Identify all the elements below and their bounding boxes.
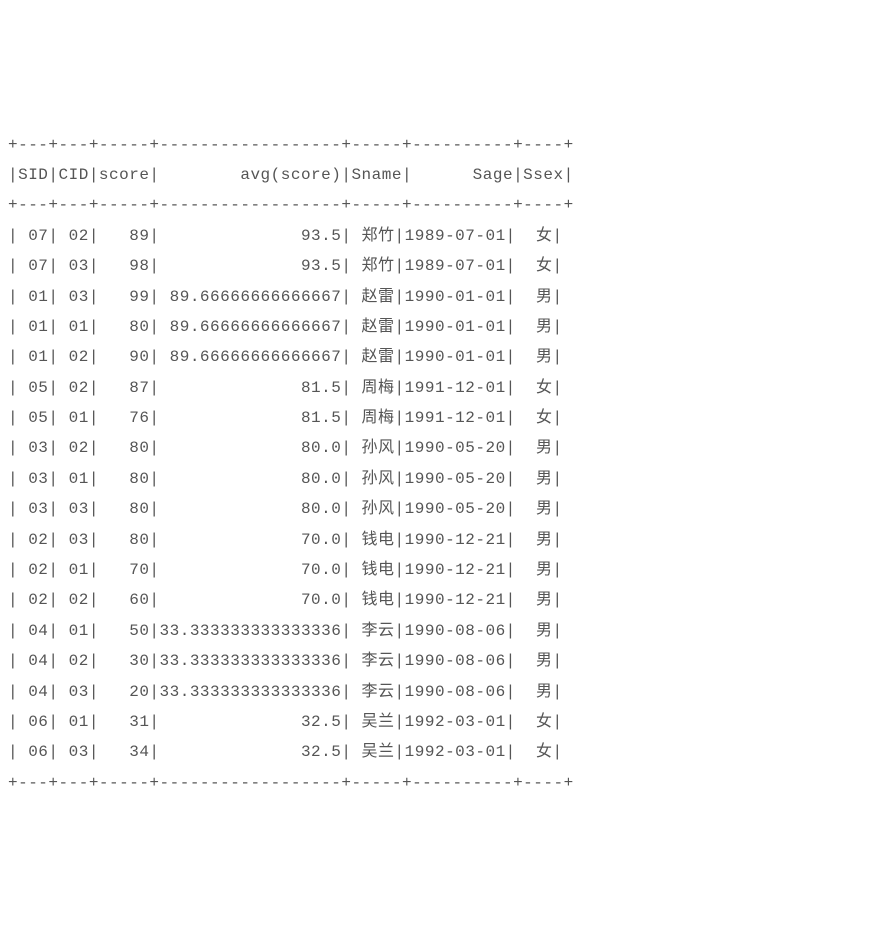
table-border: +---+---+-----+------------------+-----+… bbox=[8, 130, 574, 160]
table-row: | 03| 01| 80| 80.0| 孙风|1990-05-20| 男| bbox=[8, 464, 574, 494]
table-row: | 01| 01| 80| 89.66666666666667| 赵雷|1990… bbox=[8, 312, 574, 342]
table-row: | 05| 02| 87| 81.5| 周梅|1991-12-01| 女| bbox=[8, 373, 574, 403]
table-row: | 04| 01| 50|33.333333333333336| 李云|1990… bbox=[8, 616, 574, 646]
table-border: +---+---+-----+------------------+-----+… bbox=[8, 190, 574, 220]
table-row: | 01| 03| 99| 89.66666666666667| 赵雷|1990… bbox=[8, 282, 574, 312]
table-row: | 04| 03| 20|33.333333333333336| 李云|1990… bbox=[8, 677, 574, 707]
table-row: | 06| 03| 34| 32.5| 吴兰|1992-03-01| 女| bbox=[8, 737, 574, 767]
table-row: | 07| 03| 98| 93.5| 郑竹|1989-07-01| 女| bbox=[8, 251, 574, 281]
table-row: | 02| 01| 70| 70.0| 钱电|1990-12-21| 男| bbox=[8, 555, 574, 585]
table-row: | 03| 02| 80| 80.0| 孙风|1990-05-20| 男| bbox=[8, 433, 574, 463]
table-row: | 02| 02| 60| 70.0| 钱电|1990-12-21| 男| bbox=[8, 585, 574, 615]
table-row: | 04| 02| 30|33.333333333333336| 李云|1990… bbox=[8, 646, 574, 676]
table-row: | 07| 02| 89| 93.5| 郑竹|1989-07-01| 女| bbox=[8, 221, 574, 251]
table-row: | 05| 01| 76| 81.5| 周梅|1991-12-01| 女| bbox=[8, 403, 574, 433]
table-border: +---+---+-----+------------------+-----+… bbox=[8, 768, 574, 798]
ascii-sql-result-table: +---+---+-----+------------------+-----+… bbox=[8, 130, 574, 799]
table-row: | 06| 01| 31| 32.5| 吴兰|1992-03-01| 女| bbox=[8, 707, 574, 737]
table-row: | 02| 03| 80| 70.0| 钱电|1990-12-21| 男| bbox=[8, 525, 574, 555]
table-row: | 03| 03| 80| 80.0| 孙风|1990-05-20| 男| bbox=[8, 494, 574, 524]
table-header-row: |SID|CID|score| avg(score)|Sname| Sage|S… bbox=[8, 160, 574, 190]
table-row: | 01| 02| 90| 89.66666666666667| 赵雷|1990… bbox=[8, 342, 574, 372]
